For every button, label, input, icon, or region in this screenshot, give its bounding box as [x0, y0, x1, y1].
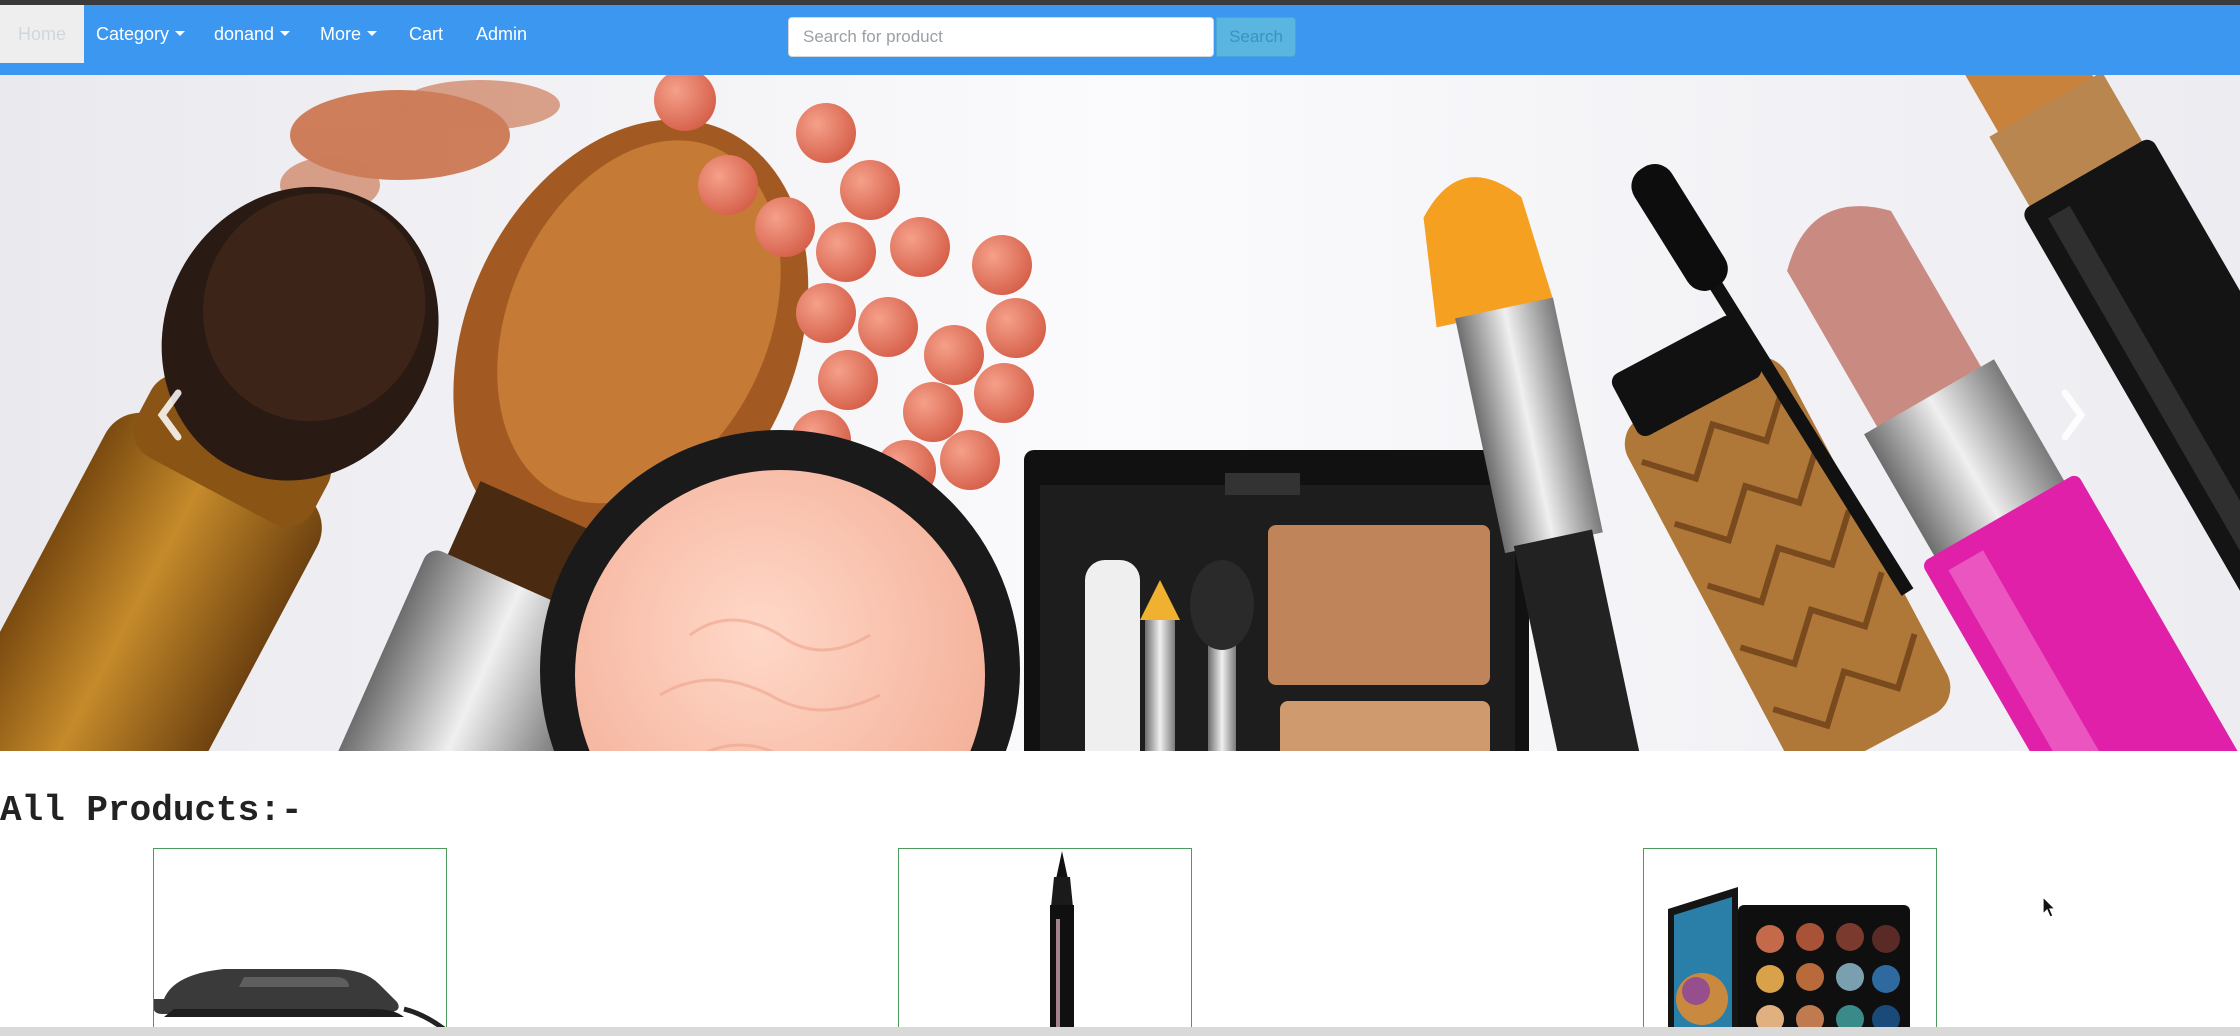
nav-cart[interactable]: Cart — [409, 5, 443, 63]
carousel-next[interactable] — [2043, 365, 2103, 465]
eyeshadow-palette-image — [1668, 887, 1910, 1036]
nav-admin[interactable]: Admin — [476, 5, 527, 63]
hero-carousel — [0, 75, 2240, 751]
search-button[interactable]: Search — [1216, 17, 1296, 57]
search-input[interactable] — [788, 17, 1214, 57]
caret-down-icon — [175, 30, 186, 36]
chevron-right-icon — [2061, 389, 2086, 441]
hair-straightener-image — [154, 969, 446, 1032]
mouse-cursor-icon — [2042, 896, 2057, 918]
chevron-left-icon — [157, 389, 182, 441]
product-card[interactable] — [898, 848, 1192, 1036]
carousel-prev[interactable] — [140, 365, 200, 465]
caret-down-icon — [367, 30, 378, 36]
nav-more-dropdown[interactable]: More — [320, 5, 378, 63]
top-navbar: Home Category donand More Cart Admin Sea… — [0, 5, 2240, 75]
product-card[interactable] — [153, 848, 447, 1036]
nav-user-label: donand — [214, 24, 275, 44]
eyeliner-pen-image — [1050, 851, 1074, 1036]
nav-category-label: Category — [96, 24, 170, 44]
caret-down-icon — [280, 30, 291, 36]
nav-home[interactable]: Home — [0, 5, 85, 63]
nav-more-label: More — [320, 24, 362, 44]
nav-user-dropdown[interactable]: donand — [214, 5, 291, 63]
product-card[interactable] — [1643, 848, 1937, 1036]
nav-category-dropdown[interactable]: Category — [96, 5, 186, 63]
horizontal-scrollbar[interactable] — [0, 1027, 2240, 1036]
all-products-heading: All Products:- — [0, 790, 303, 831]
makeup-banner-image — [0, 75, 2240, 751]
